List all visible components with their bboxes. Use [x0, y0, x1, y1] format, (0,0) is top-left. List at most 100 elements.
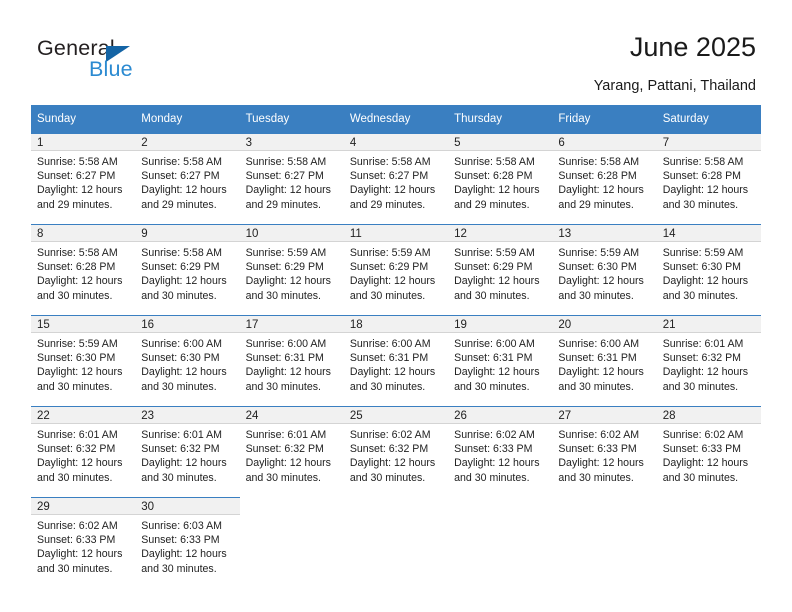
- calendar-day-cell[interactable]: 27 Sunrise: 6:02 AM Sunset: 6:33 PM Dayligh…: [552, 406, 657, 498]
- calendar-day-cell[interactable]: 28 Sunrise: 6:02 AM Sunset: 6:33 PM Dayligh…: [656, 406, 761, 498]
- calendar-day-cell[interactable]: 16 Sunrise: 6:00 AM Sunset: 6:30 PM Dayligh…: [135, 315, 240, 407]
- day-number: 26: [448, 407, 553, 424]
- sunrise-text: Sunrise: 5:58 AM: [662, 156, 744, 168]
- sunrise-text: Sunrise: 5:58 AM: [245, 156, 327, 168]
- sunset-text: Sunset: 6:27 PM: [37, 170, 116, 183]
- calendar-day-cell[interactable]: 18 Sunrise: 6:00 AM Sunset: 6:31 PM Dayligh…: [343, 315, 449, 407]
- calendar-day-cell[interactable]: 30 Sunrise: 6:03 AM Sunset: 6:33 PM Dayligh…: [135, 497, 240, 588]
- day-box: 6 Sunrise: 5:58 AM Sunset: 6:28 PM Daylight…: [552, 134, 657, 224]
- calendar-page: General Blue June 2025 Yarang, Pattani, …: [0, 0, 792, 612]
- day-events: Sunrise: 6:00 AM Sunset: 6:31 PM Daylight:…: [448, 333, 552, 394]
- calendar-day-cell[interactable]: 22 Sunrise: 6:01 AM Sunset: 6:32 PM Dayligh…: [31, 406, 136, 498]
- sunset-text: Sunset: 6:28 PM: [558, 170, 637, 183]
- sunset-text: Sunset: 6:29 PM: [454, 261, 533, 274]
- day-number: 8: [31, 225, 136, 242]
- day-box: 18 Sunrise: 6:00 AM Sunset: 6:31 PM Dayligh…: [343, 316, 449, 406]
- calendar-day-cell[interactable]: 6 Sunrise: 5:58 AM Sunset: 6:28 PM Daylight…: [552, 133, 657, 225]
- day-events: Sunrise: 5:58 AM Sunset: 6:29 PM Daylight:…: [135, 242, 239, 303]
- calendar-day-cell[interactable]: 5 Sunrise: 5:58 AM Sunset: 6:28 PM Daylight…: [448, 133, 553, 225]
- sunset-text: Sunset: 6:33 PM: [141, 534, 220, 547]
- sunset-text: Sunset: 6:30 PM: [662, 261, 742, 274]
- sunrise-text: Sunrise: 6:00 AM: [141, 338, 222, 350]
- sunset-text: Sunset: 6:28 PM: [37, 261, 116, 274]
- calendar-day-cell[interactable]: 13 Sunrise: 5:59 AM Sunset: 6:30 PM Dayligh…: [552, 224, 657, 316]
- calendar-day-cell[interactable]: 8 Sunrise: 5:58 AM Sunset: 6:28 PM Daylight…: [31, 224, 136, 316]
- calendar-day-cell[interactable]: 1 Sunrise: 5:58 AM Sunset: 6:27 PM Daylight…: [31, 133, 136, 225]
- sunrise-text: Sunrise: 6:00 AM: [454, 338, 535, 350]
- day-box: 21 Sunrise: 6:01 AM Sunset: 6:32 PM Dayligh…: [656, 316, 761, 406]
- sunrise-text: Sunrise: 5:59 AM: [454, 247, 535, 259]
- day-number: [552, 498, 656, 515]
- calendar-day-cell[interactable]: 23 Sunrise: 6:01 AM Sunset: 6:32 PM Dayligh…: [135, 406, 240, 498]
- general-blue-logo[interactable]: General Blue: [37, 36, 227, 88]
- calendar-day-cell[interactable]: 4 Sunrise: 5:58 AM Sunset: 6:27 PM Daylight…: [343, 133, 449, 225]
- day-box: 24 Sunrise: 6:01 AM Sunset: 6:32 PM Dayligh…: [239, 407, 344, 497]
- day-number: 29: [31, 498, 136, 515]
- sunset-text: Sunset: 6:29 PM: [349, 261, 429, 274]
- calendar-day-cell[interactable]: 19 Sunrise: 6:00 AM Sunset: 6:31 PM Dayligh…: [448, 315, 553, 407]
- daylight-text: Daylight: 12 hours and 30 minutes.: [245, 457, 331, 484]
- day-box: 12 Sunrise: 5:59 AM Sunset: 6:29 PM Dayligh…: [448, 225, 553, 315]
- calendar-day-cell[interactable]: 10 Sunrise: 5:59 AM Sunset: 6:29 PM Dayligh…: [239, 224, 344, 316]
- calendar-day-cell[interactable]: 21 Sunrise: 6:01 AM Sunset: 6:32 PM Dayligh…: [656, 315, 761, 407]
- day-box: 28 Sunrise: 6:02 AM Sunset: 6:33 PM Dayligh…: [656, 407, 761, 497]
- daylight-text: Daylight: 12 hours and 30 minutes.: [37, 457, 123, 484]
- calendar-day-cell[interactable]: 14 Sunrise: 5:59 AM Sunset: 6:30 PM Dayligh…: [656, 224, 761, 316]
- day-number: 13: [552, 225, 657, 242]
- day-number: 17: [239, 316, 344, 333]
- calendar-week-row: 29 Sunrise: 6:02 AM Sunset: 6:33 PM Dayligh…: [31, 497, 761, 588]
- calendar-day-cell[interactable]: 25 Sunrise: 6:02 AM Sunset: 6:32 PM Dayligh…: [343, 406, 449, 498]
- sunset-text: Sunset: 6:30 PM: [558, 261, 637, 274]
- daylight-text: Daylight: 12 hours and 30 minutes.: [558, 457, 644, 484]
- page-title: June 2025: [629, 32, 756, 62]
- calendar-day-cell[interactable]: 12 Sunrise: 5:59 AM Sunset: 6:29 PM Dayligh…: [448, 224, 553, 316]
- sunrise-text: Sunrise: 6:02 AM: [37, 520, 118, 532]
- sunrise-text: Sunrise: 6:01 AM: [141, 429, 222, 441]
- calendar-day-cell[interactable]: 15 Sunrise: 5:59 AM Sunset: 6:30 PM Dayligh…: [31, 315, 136, 407]
- calendar-day-cell[interactable]: 26 Sunrise: 6:02 AM Sunset: 6:33 PM Dayligh…: [448, 406, 553, 498]
- calendar-day-cell[interactable]: 2 Sunrise: 5:58 AM Sunset: 6:27 PM Daylight…: [135, 133, 240, 225]
- day-number: 2: [135, 134, 240, 151]
- daylight-text: Daylight: 12 hours and 30 minutes.: [245, 275, 331, 302]
- sunrise-text: Sunrise: 5:58 AM: [37, 247, 118, 259]
- daylight-text: Daylight: 12 hours and 30 minutes.: [37, 548, 123, 575]
- daylight-text: Daylight: 12 hours and 30 minutes.: [141, 548, 227, 575]
- sunset-text: Sunset: 6:31 PM: [349, 352, 429, 365]
- calendar-day-cell[interactable]: 7 Sunrise: 5:58 AM Sunset: 6:28 PM Daylight…: [656, 133, 761, 225]
- calendar-day-cell[interactable]: 20 Sunrise: 6:00 AM Sunset: 6:31 PM Dayligh…: [552, 315, 657, 407]
- day-box: [240, 498, 344, 588]
- day-box: 1 Sunrise: 5:58 AM Sunset: 6:27 PM Daylight…: [31, 134, 136, 224]
- day-events: Sunrise: 5:59 AM Sunset: 6:29 PM Daylight:…: [448, 242, 552, 303]
- day-number: 18: [343, 316, 449, 333]
- calendar-day-cell[interactable]: 11 Sunrise: 5:59 AM Sunset: 6:29 PM Dayligh…: [343, 224, 449, 316]
- weekday-header-wednesday: Wednesday: [343, 105, 449, 134]
- calendar-day-cell[interactable]: 9 Sunrise: 5:58 AM Sunset: 6:29 PM Daylight…: [135, 224, 240, 316]
- calendar-day-cell[interactable]: 3 Sunrise: 5:58 AM Sunset: 6:27 PM Daylight…: [239, 133, 344, 225]
- day-number: 6: [552, 134, 657, 151]
- sunrise-text: Sunrise: 5:58 AM: [141, 247, 222, 259]
- day-box: 25 Sunrise: 6:02 AM Sunset: 6:32 PM Dayligh…: [343, 407, 449, 497]
- daylight-text: Daylight: 12 hours and 29 minutes.: [349, 184, 436, 211]
- calendar-day-cell[interactable]: 29 Sunrise: 6:02 AM Sunset: 6:33 PM Dayligh…: [31, 497, 136, 588]
- day-events: Sunrise: 5:58 AM Sunset: 6:28 PM Daylight:…: [552, 151, 656, 212]
- day-events: Sunrise: 5:59 AM Sunset: 6:30 PM Daylight:…: [31, 333, 135, 394]
- daylight-text: Daylight: 12 hours and 29 minutes.: [558, 184, 644, 211]
- calendar-day-cell[interactable]: 17 Sunrise: 6:00 AM Sunset: 6:31 PM Dayligh…: [239, 315, 344, 407]
- sunset-text: Sunset: 6:32 PM: [141, 443, 220, 456]
- weekday-header-saturday: Saturday: [656, 105, 761, 134]
- day-events: Sunrise: 5:59 AM Sunset: 6:29 PM Daylight:…: [240, 242, 344, 303]
- sunset-text: Sunset: 6:28 PM: [662, 170, 742, 183]
- day-box: 22 Sunrise: 6:01 AM Sunset: 6:32 PM Dayligh…: [31, 407, 136, 497]
- calendar-week-row: 15 Sunrise: 5:59 AM Sunset: 6:30 PM Dayligh…: [31, 315, 761, 407]
- day-box: 30 Sunrise: 6:03 AM Sunset: 6:33 PM Dayligh…: [135, 498, 240, 588]
- day-number: 7: [656, 134, 761, 151]
- daylight-text: Daylight: 12 hours and 30 minutes.: [349, 457, 436, 484]
- day-number: 11: [343, 225, 449, 242]
- day-box: 29 Sunrise: 6:02 AM Sunset: 6:33 PM Dayligh…: [31, 498, 136, 588]
- day-number: 20: [552, 316, 657, 333]
- day-events: Sunrise: 5:58 AM Sunset: 6:28 PM Daylight:…: [31, 242, 135, 303]
- calendar-header-row: Sunday Monday Tuesday Wednesday Thursday…: [31, 105, 761, 134]
- sunrise-text: Sunrise: 6:02 AM: [662, 429, 744, 441]
- day-number: 25: [343, 407, 449, 424]
- calendar-day-cell[interactable]: 24 Sunrise: 6:01 AM Sunset: 6:32 PM Dayligh…: [239, 406, 344, 498]
